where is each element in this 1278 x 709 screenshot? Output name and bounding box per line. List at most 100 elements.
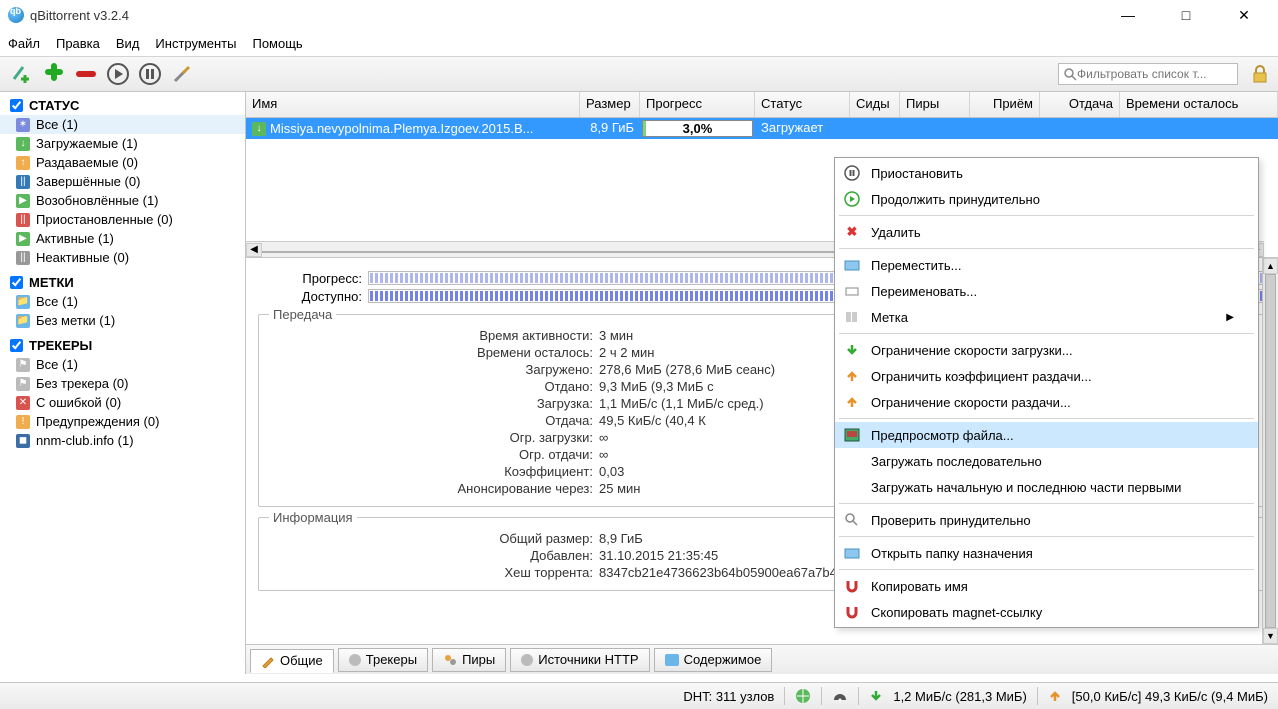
col-progress[interactable]: Прогресс	[640, 92, 755, 117]
sidebar-item-active[interactable]: ▶Активные (1)	[0, 229, 245, 248]
sidebar-item-downloading[interactable]: ↓Загружаемые (1)	[0, 134, 245, 153]
sidebar-head-trackers[interactable]: ТРЕКЕРЫ	[0, 336, 245, 355]
ctx-force-resume[interactable]: Продолжить принудительно	[835, 186, 1258, 212]
menu-view[interactable]: Вид	[116, 36, 140, 51]
sidebar-item-labels-all[interactable]: 📁Все (1)	[0, 292, 245, 311]
dht-status: DHT: 311 узлов	[683, 689, 774, 704]
add-torrent-button[interactable]	[40, 60, 68, 88]
down-speed: 1,2 МиБ/с (281,3 МиБ)	[893, 689, 1026, 704]
ctx-copy-name[interactable]: Копировать имя	[835, 573, 1258, 599]
preferences-button[interactable]	[168, 60, 196, 88]
resume-button[interactable]	[104, 60, 132, 88]
folder-icon	[665, 654, 679, 666]
up-speed: [50,0 КиБ/с] 49,3 КиБ/с (9,4 МиБ)	[1072, 689, 1268, 704]
ctx-limit-upload[interactable]: Ограничение скорости раздачи...	[835, 389, 1258, 415]
sidebar-item-trackers-all[interactable]: ⚑Все (1)	[0, 355, 245, 374]
torrent-status: Загружает	[755, 118, 850, 139]
menu-file[interactable]: Файл	[8, 36, 40, 51]
ctx-limit-ratio[interactable]: Ограничить коэффициент раздачи...	[835, 363, 1258, 389]
col-name[interactable]: Имя	[246, 92, 580, 117]
sidebar-head-labels[interactable]: МЕТКИ	[0, 273, 245, 292]
menu-edit[interactable]: Правка	[56, 36, 100, 51]
scroll-down-button[interactable]: ▼	[1263, 628, 1278, 644]
col-eta[interactable]: Времени осталось	[1120, 92, 1278, 117]
sidebar-item-nolabel[interactable]: 📁Без метки (1)	[0, 311, 245, 330]
delete-icon: ✖	[843, 223, 861, 241]
statusbar: DHT: 311 узлов 1,2 МиБ/с (281,3 МиБ) [50…	[0, 682, 1278, 709]
col-up[interactable]: Отдача	[1040, 92, 1120, 117]
maximize-button[interactable]: □	[1168, 7, 1204, 24]
ctx-first-last[interactable]: Загружать начальную и последнюю части пе…	[835, 474, 1258, 500]
magnet-icon	[843, 577, 861, 595]
ctx-recheck[interactable]: Проверить принудительно	[835, 507, 1258, 533]
tab-content[interactable]: Содержимое	[654, 648, 773, 672]
ctx-pause[interactable]: Приостановить	[835, 160, 1258, 186]
status-checkbox[interactable]	[10, 99, 23, 112]
pause-button[interactable]	[136, 60, 164, 88]
details-tabs: Общие Трекеры Пиры Источники HTTP Содерж…	[246, 644, 1278, 674]
labels-checkbox[interactable]	[10, 276, 23, 289]
ctx-move[interactable]: Переместить...	[835, 252, 1258, 278]
minimize-button[interactable]: —	[1110, 7, 1146, 24]
tab-trackers[interactable]: Трекеры	[338, 648, 428, 672]
app-icon	[8, 7, 24, 23]
ctx-preview[interactable]: Предпросмотр файла...	[835, 422, 1258, 448]
col-seeds[interactable]: Сиды	[850, 92, 900, 117]
tab-http[interactable]: Источники HTTP	[510, 648, 649, 672]
ctx-sequential[interactable]: Загружать последовательно	[835, 448, 1258, 474]
sidebar-item-paused[interactable]: ||Приостановленные (0)	[0, 210, 245, 229]
col-status[interactable]: Статус	[755, 92, 850, 117]
col-down[interactable]: Приём	[970, 92, 1040, 117]
http-icon	[521, 654, 533, 666]
sidebar-item-nnmclub[interactable]: ◼nnm-club.info (1)	[0, 431, 245, 450]
menu-tools[interactable]: Инструменты	[155, 36, 236, 51]
menubar: Файл Правка Вид Инструменты Помощь	[0, 30, 1278, 56]
ctx-delete[interactable]: ✖Удалить	[835, 219, 1258, 245]
toolbar	[0, 56, 1278, 92]
sidebar-item-seeding[interactable]: ↑Раздаваемые (0)	[0, 153, 245, 172]
sidebar-head-status[interactable]: СТАТУС	[0, 96, 245, 115]
ctx-open-dest[interactable]: Открыть папку назначения	[835, 540, 1258, 566]
col-peers[interactable]: Пиры	[900, 92, 970, 117]
pencil-icon	[261, 654, 275, 668]
sidebar-item-resumed[interactable]: ▶Возобновлённые (1)	[0, 191, 245, 210]
ctx-label[interactable]: Метка▶	[835, 304, 1258, 330]
remove-button[interactable]	[72, 60, 100, 88]
add-link-button[interactable]	[8, 60, 36, 88]
ctx-copy-magnet[interactable]: Скопировать magnet-ссылку	[835, 599, 1258, 625]
filter-box[interactable]	[1058, 63, 1238, 85]
menu-help[interactable]: Помощь	[252, 36, 302, 51]
trackers-checkbox[interactable]	[10, 339, 23, 352]
close-button[interactable]: ✕	[1226, 7, 1262, 24]
sidebar-item-notracker[interactable]: ⚑Без трекера (0)	[0, 374, 245, 393]
globe-icon[interactable]	[795, 688, 811, 704]
vscroll-thumb[interactable]	[1265, 274, 1276, 628]
vertical-scrollbar[interactable]: ▲ ▼	[1262, 258, 1278, 644]
torrent-row[interactable]: ↓Missiya.nevypolnima.Plemya.Izgoev.2015.…	[246, 118, 1278, 139]
tab-general[interactable]: Общие	[250, 649, 334, 673]
sidebar-item-inactive[interactable]: ||Неактивные (0)	[0, 248, 245, 267]
lock-icon[interactable]	[1250, 64, 1270, 84]
sidebar-item-all[interactable]: ✶Все (1)	[0, 115, 245, 134]
preview-icon	[843, 426, 861, 444]
scroll-thumb[interactable]	[262, 251, 854, 253]
scroll-up-button[interactable]: ▲	[1263, 258, 1278, 274]
col-size[interactable]: Размер	[580, 92, 640, 117]
filter-input[interactable]	[1077, 67, 1233, 81]
sidebar-item-error[interactable]: ✕С ошибкой (0)	[0, 393, 245, 412]
ctx-limit-download[interactable]: Ограничение скорости загрузки...	[835, 337, 1258, 363]
up-rate-icon	[843, 393, 861, 411]
down-rate-icon	[843, 341, 861, 359]
tab-peers[interactable]: Пиры	[432, 648, 506, 672]
sidebar-item-warning[interactable]: !Предупреждения (0)	[0, 412, 245, 431]
sidebar-item-completed[interactable]: ||Завершённые (0)	[0, 172, 245, 191]
progress-bar: 3,0%	[642, 120, 753, 137]
ctx-rename[interactable]: Переименовать...	[835, 278, 1258, 304]
context-menu: Приостановить Продолжить принудительно ✖…	[834, 157, 1259, 628]
torrent-name: Missiya.nevypolnima.Plemya.Izgoev.2015.B…	[270, 121, 534, 136]
speed-limit-icon[interactable]	[832, 688, 848, 704]
available-label: Доступно:	[258, 289, 368, 304]
scroll-left-button[interactable]: ◀	[246, 243, 262, 257]
pause-icon	[843, 164, 861, 182]
progress-label: Прогресс:	[258, 271, 368, 286]
